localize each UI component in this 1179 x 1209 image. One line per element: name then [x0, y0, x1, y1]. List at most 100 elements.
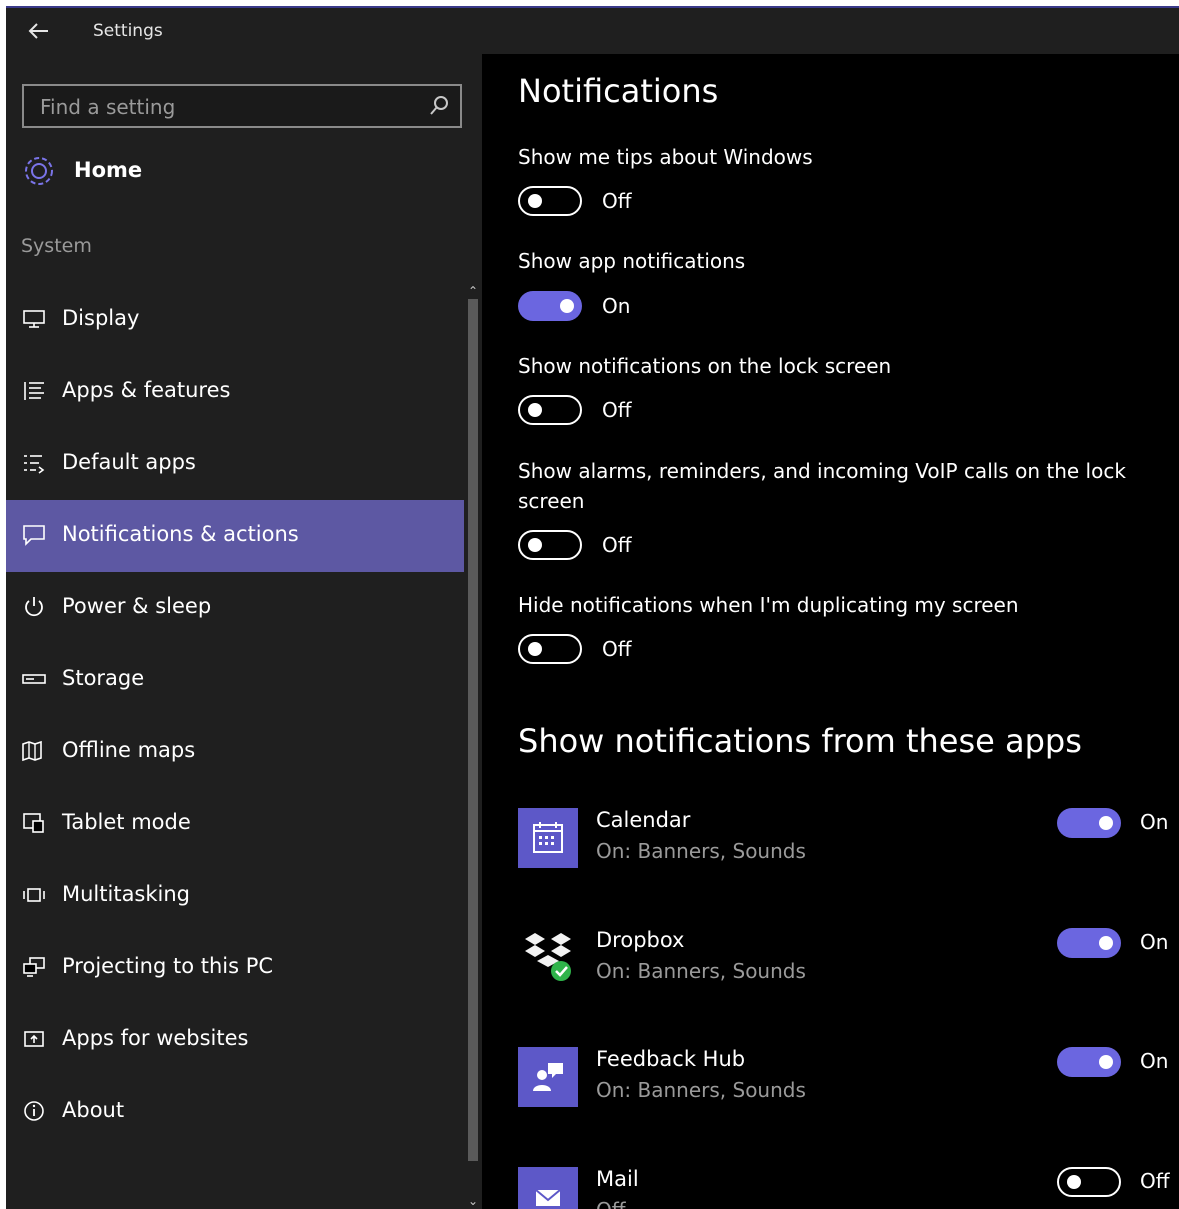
settings-window: Settings Find a setting Home System Disp…: [6, 6, 1179, 1209]
window-title: Settings: [93, 21, 163, 41]
feedback-hub-icon: [518, 1047, 578, 1107]
home-link[interactable]: Home: [20, 150, 320, 192]
sidebar-item-label: Offline maps: [62, 738, 196, 762]
notifications-icon: [20, 522, 48, 548]
sidebar-item-offline-maps[interactable]: Offline maps: [6, 716, 464, 788]
toggle-state: Off: [1140, 1169, 1170, 1193]
content-pane: Notifications Show me tips about Windows…: [482, 54, 1179, 1209]
toggle-lock-screen[interactable]: [518, 395, 582, 425]
toggle-knob: [1099, 816, 1113, 830]
toggle-state: Off: [602, 398, 632, 422]
apps-websites-icon: [20, 1026, 48, 1052]
sidebar-item-label: Display: [62, 306, 140, 330]
display-icon: [20, 306, 48, 332]
app-name: Mail: [596, 1167, 639, 1191]
back-button[interactable]: [24, 16, 54, 46]
scrollbar-thumb[interactable]: [468, 299, 478, 1161]
toggle-knob: [528, 194, 542, 208]
toggle-knob: [528, 538, 542, 552]
default-apps-icon: [20, 450, 48, 476]
power-icon: [20, 594, 48, 620]
setting-label-lock-screen: Show notifications on the lock screen: [518, 354, 892, 378]
sidebar-item-notifications[interactable]: Notifications & actions: [6, 500, 464, 572]
toggle-knob: [1099, 936, 1113, 950]
map-icon: [20, 738, 48, 764]
sidebar-item-tablet-mode[interactable]: Tablet mode: [6, 788, 464, 860]
toggle-mail[interactable]: [1057, 1167, 1121, 1197]
app-status: On: Banners, Sounds: [596, 839, 806, 863]
setting-label-tips: Show me tips about Windows: [518, 145, 813, 169]
sidebar-item-display[interactable]: Display: [6, 284, 464, 356]
toggle-dropbox[interactable]: [1057, 928, 1121, 958]
tablet-icon: [20, 810, 48, 836]
app-row-dropbox[interactable]: Dropbox On: Banners, Sounds On: [518, 928, 1168, 998]
setting-label-app-notifications: Show app notifications: [518, 249, 746, 273]
setting-label-alarms: Show alarms, reminders, and incoming VoI…: [518, 459, 1126, 513]
sidebar-item-label: Apps for websites: [62, 1026, 249, 1050]
toggle-knob: [1099, 1055, 1113, 1069]
setting-label-duplicating: Hide notifications when I'm duplicating …: [518, 593, 1019, 617]
toggle-calendar[interactable]: [1057, 808, 1121, 838]
toggle-state: Off: [602, 189, 632, 213]
storage-icon: [20, 666, 48, 692]
app-status: On: Banners, Sounds: [596, 959, 806, 983]
apps-section-heading: Show notifications from these apps: [518, 722, 1082, 760]
app-row-feedback-hub[interactable]: Feedback Hub On: Banners, Sounds On: [518, 1047, 1168, 1117]
toggle-state: On: [1140, 930, 1169, 954]
toggle-feedback-hub[interactable]: [1057, 1047, 1121, 1077]
home-label: Home: [74, 158, 143, 182]
sidebar-item-label: Apps & features: [62, 378, 231, 402]
toggle-knob: [528, 642, 542, 656]
toggle-state: On: [602, 294, 631, 318]
multitasking-icon: [20, 882, 48, 908]
navigation-pane: Find a setting Home System Display Apps …: [6, 54, 482, 1209]
sidebar-item-label: Default apps: [62, 450, 196, 474]
projecting-icon: [20, 954, 48, 980]
search-box[interactable]: Find a setting: [22, 84, 462, 128]
toggle-state: On: [1140, 810, 1169, 834]
sidebar-item-label: About: [62, 1098, 125, 1122]
toggle-knob: [560, 299, 574, 313]
app-row-calendar[interactable]: Calendar On: Banners, Sounds On: [518, 808, 1168, 878]
toggle-state: On: [1140, 1049, 1169, 1073]
sidebar-item-multitasking[interactable]: Multitasking: [6, 860, 464, 932]
toggle-tips[interactable]: [518, 186, 582, 216]
sidebar-item-about[interactable]: About: [6, 1076, 464, 1148]
apps-features-icon: [20, 378, 48, 404]
info-icon: [20, 1098, 48, 1124]
toggle-knob: [1067, 1175, 1081, 1189]
search-icon[interactable]: [428, 94, 450, 118]
sidebar-item-default-apps[interactable]: Default apps: [6, 428, 464, 500]
sidebar-item-storage[interactable]: Storage: [6, 644, 464, 716]
sidebar-item-apps-websites[interactable]: Apps for websites: [6, 1004, 464, 1076]
sidebar-item-projecting[interactable]: Projecting to this PC: [6, 932, 464, 1004]
sidebar-item-label: Notifications & actions: [62, 522, 299, 546]
scroll-down-icon[interactable]: ⌄: [465, 1194, 481, 1208]
sidebar-item-label: Multitasking: [62, 882, 191, 906]
toggle-alarms[interactable]: [518, 530, 582, 560]
sidebar-item-apps-features[interactable]: Apps & features: [6, 356, 464, 428]
app-name: Calendar: [596, 808, 691, 832]
app-name: Feedback Hub: [596, 1047, 746, 1071]
sidebar-item-power-sleep[interactable]: Power & sleep: [6, 572, 464, 644]
toggle-app-notifications[interactable]: [518, 291, 582, 321]
app-status: Off: [596, 1198, 626, 1209]
back-arrow-icon: [28, 23, 48, 39]
search-input[interactable]: Find a setting: [40, 95, 175, 119]
app-name: Dropbox: [596, 928, 685, 952]
gear-icon: [25, 157, 53, 185]
calendar-icon: [518, 808, 578, 868]
app-row-mail[interactable]: Mail Off Off: [518, 1167, 1170, 1209]
sidebar-item-label: Tablet mode: [62, 810, 191, 834]
sidebar-item-label: Storage: [62, 666, 145, 690]
toggle-state: Off: [602, 533, 632, 557]
toggle-duplicating[interactable]: [518, 634, 582, 664]
page-title: Notifications: [518, 72, 719, 110]
section-label: System: [21, 235, 92, 257]
toggle-state: Off: [602, 637, 632, 661]
toggle-knob: [528, 403, 542, 417]
sidebar-item-label: Projecting to this PC: [62, 954, 274, 978]
mail-icon: [518, 1167, 578, 1209]
dropbox-icon: [518, 928, 578, 988]
scroll-up-icon[interactable]: ⌃: [465, 284, 481, 298]
